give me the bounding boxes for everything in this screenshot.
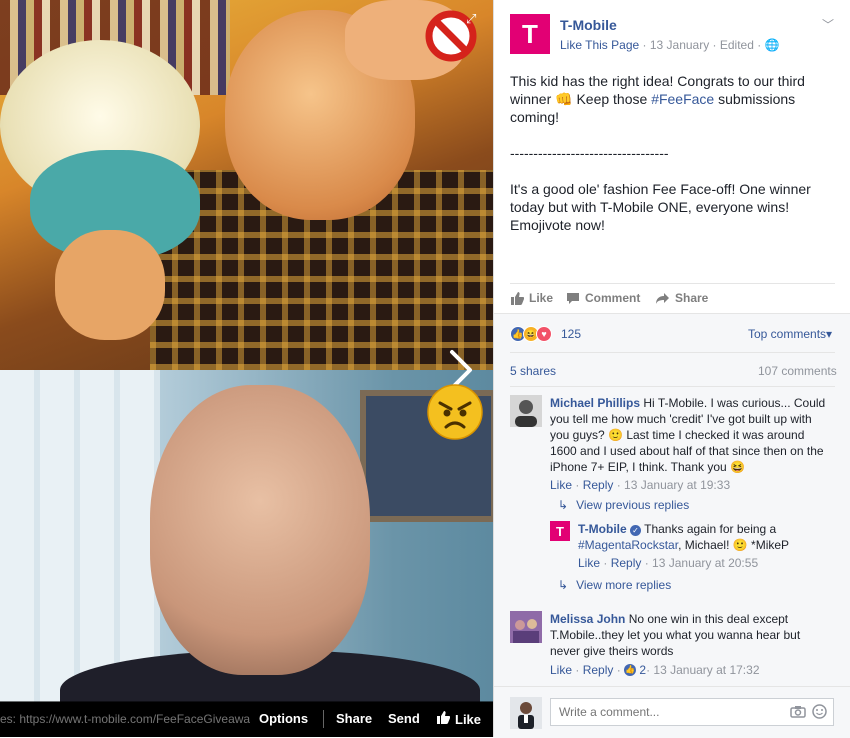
post-text: This kid has the right idea! Congrats to…: [510, 72, 830, 252]
shares-link[interactable]: 5 shares: [510, 364, 556, 378]
post-comment-label: Comment: [585, 291, 641, 305]
reply-timestamp[interactable]: · 13 January at 20:55: [641, 556, 758, 570]
comment-like-link[interactable]: Like: [550, 663, 572, 677]
send-button[interactable]: Send: [388, 711, 420, 726]
smile-icon[interactable]: [812, 704, 827, 719]
top-comments-label: Top comments: [748, 327, 827, 341]
post-comment-button[interactable]: Comment: [566, 291, 640, 305]
bald-man-face: [150, 385, 370, 675]
like-label: Like: [455, 711, 482, 727]
tmobile-logo[interactable]: T: [510, 14, 550, 54]
view-previous-label: View previous replies: [576, 498, 690, 512]
camera-icon[interactable]: [790, 705, 806, 718]
comment-composer: [494, 686, 850, 738]
reply-arrow-icon: ↳: [558, 498, 569, 512]
like-count-icon: 👍: [624, 664, 637, 676]
share-icon: [656, 292, 669, 304]
angry-emoji-icon: [427, 384, 483, 440]
reply-text: T-Mobile ✓ Thanks again for being a #Mag…: [578, 521, 828, 553]
comment-reply-link[interactable]: Reply: [583, 663, 614, 677]
verified-badge-icon: ✓: [630, 525, 642, 536]
post-panel: T T-Mobile Like This Page · 13 January ·…: [493, 0, 850, 738]
thumbs-up-icon: [511, 291, 524, 305]
page-name-link[interactable]: T-Mobile: [560, 17, 617, 33]
reply-reply-link[interactable]: Reply: [611, 556, 642, 570]
reply-like-link[interactable]: Like: [578, 556, 600, 570]
reply-body-a: Thanks again for being a: [641, 522, 777, 536]
love-reaction-icon: ♥: [536, 326, 552, 342]
reply-author[interactable]: T-Mobile: [578, 522, 627, 536]
footer-divider: [323, 710, 324, 728]
post-share-button[interactable]: Share: [655, 291, 708, 305]
reply-meta: Like · Reply · 13 January at 20:55: [578, 556, 759, 570]
reactions-section: 👍 😆 ♥ 125 Top comments▾ 5 shares 107 com…: [494, 313, 850, 714]
post-date[interactable]: · 13 January · Edited ·: [639, 38, 764, 52]
view-more-label: View more replies: [576, 578, 672, 592]
comment-like-count[interactable]: 2: [639, 663, 646, 677]
comment-timestamp[interactable]: · 13 January at 17:32: [646, 663, 759, 677]
comment-meta: Like · Reply · 13 January at 19:33: [550, 478, 731, 492]
post-text-c: It's a good ole' fashion Fee Face-off! O…: [510, 181, 811, 233]
photo-footer: es: https://www.t-mobile.com/FeeFaceGive…: [0, 701, 493, 737]
comment-text: Michael Phillips Hi T-Mobile. I was curi…: [550, 395, 830, 475]
hashtag-feeface[interactable]: #FeeFace: [651, 91, 714, 107]
post-meta: Like This Page · 13 January · Edited · 🌐: [560, 38, 780, 52]
avatar[interactable]: [510, 611, 542, 643]
top-comments-dropdown[interactable]: Top comments▾: [748, 327, 832, 341]
expand-icon[interactable]: ⤢: [466, 12, 476, 27]
thumbs-up-icon: [436, 711, 451, 727]
comment-timestamp[interactable]: · 13 January at 19:33: [613, 478, 730, 492]
divider: [510, 352, 835, 353]
reaction-count[interactable]: 125: [561, 327, 581, 341]
post-like-label: Like: [529, 291, 554, 305]
post-share-label: Share: [675, 291, 709, 305]
share-button[interactable]: Share: [336, 711, 372, 726]
footer-url[interactable]: es: https://www.t-mobile.com/FeeFaceGive…: [0, 712, 250, 726]
commenter-name[interactable]: Melissa John: [550, 612, 625, 626]
comments-count[interactable]: 107 comments: [758, 364, 837, 378]
bottom-photo: [0, 370, 493, 702]
view-previous-replies[interactable]: ↳ View previous replies: [558, 498, 689, 512]
reaction-icons[interactable]: 👍 😆 ♥: [510, 326, 552, 342]
like-page-link[interactable]: Like This Page: [560, 38, 639, 52]
top-photo: [0, 0, 493, 370]
caret-down-icon: ▾: [826, 327, 833, 341]
door: [0, 370, 160, 702]
divider: [510, 386, 835, 387]
hashtag-magentarockstar[interactable]: #MagentaRockstar: [578, 538, 678, 552]
commenter-name[interactable]: Michael Phillips: [550, 396, 640, 410]
comment-text: Melissa John No one win in this deal exc…: [550, 611, 820, 659]
photo-viewer[interactable]: ⤢ es: https://www.t-mobile.com/FeeFaceGi…: [0, 0, 493, 737]
comment-icon: [567, 292, 579, 304]
comment-meta: Like · Reply · 👍 2 · 13 January at 17:32: [550, 663, 760, 677]
reply-avatar[interactable]: T: [550, 521, 570, 541]
comment-reply-link[interactable]: Reply: [583, 478, 614, 492]
chevron-down-icon[interactable]: ﹀: [822, 16, 834, 33]
post-divider: ----------------------------------: [510, 145, 669, 161]
reply-arrow-icon: ↳: [558, 578, 569, 592]
avatar[interactable]: [510, 395, 542, 427]
post-like-button[interactable]: Like: [510, 291, 553, 305]
post-actions: Like Comment Share: [510, 283, 835, 305]
options-button[interactable]: Options: [259, 711, 308, 726]
reply-body-b: , Michael! 🙂 *MikeP: [678, 538, 790, 552]
globe-icon: 🌐: [764, 38, 780, 52]
avatar: [510, 697, 542, 729]
like-button[interactable]: Like: [436, 711, 481, 727]
view-more-replies[interactable]: ↳ View more replies: [558, 578, 671, 592]
man-hand: [55, 230, 165, 340]
comment-like-link[interactable]: Like: [550, 478, 572, 492]
